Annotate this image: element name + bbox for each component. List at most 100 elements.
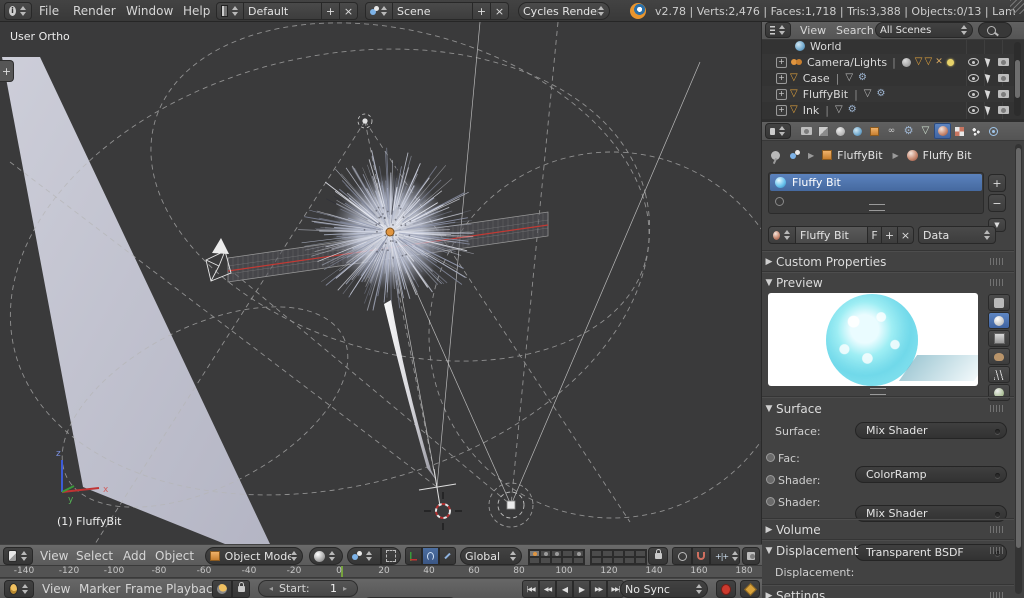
pivot-point-select[interactable]: [347, 547, 381, 565]
menu-outliner-view[interactable]: View: [800, 24, 826, 37]
material-link-select[interactable]: Data: [918, 226, 996, 244]
tab-particles[interactable]: [968, 123, 985, 139]
surface-shader-select[interactable]: Mix Shader: [855, 422, 1007, 439]
snap-element-select[interactable]: +|+: [710, 547, 740, 565]
tab-world[interactable]: [849, 123, 866, 139]
lamp-object[interactable]: [489, 483, 533, 527]
dandelion-object[interactable]: [298, 148, 474, 480]
expand-icon[interactable]: +: [776, 105, 787, 116]
opengl-render-button[interactable]: [742, 547, 760, 565]
tab-physics[interactable]: [985, 123, 1002, 139]
menu-render[interactable]: Render: [73, 4, 116, 18]
decrement-arrow-icon[interactable]: ◂: [269, 584, 273, 593]
tab-modifiers[interactable]: ⚙: [900, 123, 917, 139]
renderability-camera-icon[interactable]: [998, 106, 1009, 114]
preview-resize-grip[interactable]: [870, 388, 886, 395]
material-slot-selected[interactable]: Fluffy Bit: [770, 174, 982, 191]
autokey-button[interactable]: [740, 580, 760, 598]
menu-timeline-view[interactable]: View: [42, 582, 70, 596]
panel-grip-icon[interactable]: [990, 526, 1004, 533]
add-layout-button[interactable]: +: [322, 2, 340, 20]
panel-header-preview[interactable]: ▼ Preview: [762, 274, 1014, 291]
lock-time-cursor-toggle[interactable]: [232, 580, 250, 598]
visibility-eye-icon[interactable]: [968, 106, 979, 114]
menu-timeline-marker[interactable]: Marker: [79, 582, 120, 596]
pin-icon[interactable]: [771, 151, 780, 160]
editor-type-button-timeline[interactable]: [4, 580, 34, 598]
outliner-filter-select[interactable]: All Scenes: [875, 22, 973, 38]
next-keyframe-button[interactable]: ▶▶: [590, 580, 607, 598]
breadcrumb-object-name[interactable]: FluffyBit: [837, 149, 882, 162]
new-material-button[interactable]: +: [882, 226, 898, 244]
panel-grip-icon[interactable]: [990, 547, 1004, 554]
manipulator-translate-button[interactable]: [405, 547, 422, 565]
preview-monkey-button[interactable]: [988, 348, 1010, 365]
outliner-row-camera-lights[interactable]: + Camera/Lights | ▽ ▽ ✕: [762, 54, 1014, 70]
snap-toggle[interactable]: [692, 547, 710, 565]
fake-user-button[interactable]: F: [868, 226, 882, 244]
viewport-3d[interactable]: x y z (1) FluffyBit User Ortho +: [0, 22, 762, 544]
panel-header-displacement[interactable]: ▼ Displacement: [762, 542, 1014, 559]
play-reverse-button[interactable]: ◀: [556, 580, 573, 598]
visibility-eye-icon[interactable]: [968, 74, 979, 82]
prev-keyframe-button[interactable]: ◀◀: [539, 580, 556, 598]
menu-outliner-search[interactable]: Search: [836, 24, 874, 37]
play-button[interactable]: ▶: [573, 580, 590, 598]
corner-resize-grip[interactable]: [1010, 0, 1024, 14]
render-engine-select[interactable]: Cycles Render: [518, 2, 610, 20]
panel-grip-icon[interactable]: [990, 405, 1004, 412]
panel-header-volume[interactable]: ▶ Volume: [762, 521, 1014, 538]
preview-cube-button[interactable]: [988, 330, 1010, 347]
expand-icon[interactable]: +: [776, 73, 787, 84]
selectability-cursor-icon[interactable]: [985, 104, 993, 115]
proportional-edit-select[interactable]: [672, 547, 692, 565]
plane-object[interactable]: [2, 57, 270, 544]
scene-icon-button[interactable]: [365, 2, 393, 20]
editor-type-button-properties[interactable]: [765, 123, 791, 139]
tab-scene[interactable]: [832, 123, 849, 139]
tab-material[interactable]: [934, 123, 951, 139]
add-material-slot-button[interactable]: +: [988, 174, 1006, 192]
sync-mode-select[interactable]: No Sync: [620, 580, 708, 598]
selectability-cursor-icon[interactable]: [985, 72, 993, 83]
tab-render-layers[interactable]: [815, 123, 832, 139]
menu-view3d-select[interactable]: Select: [76, 549, 113, 563]
tab-constraints[interactable]: ∞: [883, 123, 900, 139]
visibility-eye-icon[interactable]: [968, 90, 979, 98]
viewport-shading-select[interactable]: [309, 547, 343, 565]
cursor-3d[interactable]: [424, 492, 462, 530]
breadcrumb-material-name[interactable]: Fluffy Bit: [923, 149, 972, 162]
jump-to-start-button[interactable]: |◀◀: [522, 580, 539, 598]
browse-material-button[interactable]: [768, 226, 796, 244]
editor-type-button-view3d[interactable]: [3, 547, 33, 565]
wireframe-crystal-object[interactable]: [206, 238, 231, 281]
shader1-input-select[interactable]: Mix Shader: [855, 505, 1007, 522]
close-layout-button[interactable]: ×: [340, 2, 358, 20]
preview-world-button[interactable]: [988, 384, 1010, 401]
menu-view3d-view[interactable]: View: [40, 549, 68, 563]
outliner-search-box[interactable]: [978, 22, 1012, 38]
menu-timeline-frame[interactable]: Frame: [125, 582, 162, 596]
increment-arrow-icon[interactable]: ▸: [343, 584, 347, 593]
menu-view3d-object[interactable]: Object: [155, 549, 194, 563]
manipulator-scale-button[interactable]: [439, 547, 456, 565]
layers-widget[interactable]: [528, 549, 647, 565]
manipulator-rotate-button[interactable]: [422, 547, 439, 565]
outliner-row-ink[interactable]: + ▽ Ink | ▽ ⚙: [762, 102, 1014, 118]
preview-range-toggle[interactable]: [212, 580, 232, 598]
preview-flat-button[interactable]: [988, 294, 1010, 311]
visibility-eye-icon[interactable]: [968, 58, 979, 66]
transform-orientation-select[interactable]: Global: [460, 547, 522, 565]
properties-scrollbar[interactable]: [1015, 144, 1022, 594]
panel-grip-icon[interactable]: [990, 592, 1004, 598]
selectability-cursor-icon[interactable]: [985, 88, 993, 99]
tab-render[interactable]: [798, 123, 815, 139]
selectability-cursor-icon[interactable]: [985, 56, 993, 67]
menu-window[interactable]: Window: [126, 4, 173, 18]
renderability-camera-icon[interactable]: [998, 90, 1009, 98]
preview-sphere-button[interactable]: [988, 312, 1010, 329]
renderability-camera-icon[interactable]: [998, 58, 1009, 66]
outliner-scrollbar[interactable]: [1014, 42, 1021, 116]
delete-scene-button[interactable]: ×: [491, 2, 509, 20]
timeline-ruler[interactable]: -140-120-100-80-60-40-200204060801001201…: [0, 566, 762, 578]
